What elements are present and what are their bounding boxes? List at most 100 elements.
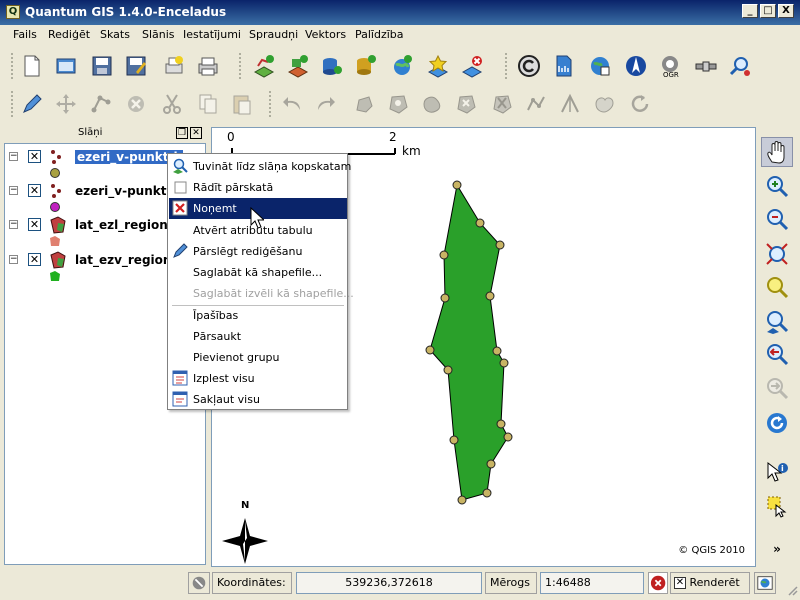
menu-item-add-group[interactable]: Pievienot grupu: [169, 347, 347, 368]
collapse-toggle[interactable]: −: [9, 220, 18, 229]
collapse-toggle[interactable]: −: [9, 186, 18, 195]
split-features-icon[interactable]: [556, 90, 584, 118]
minimize-button[interactable]: _: [742, 4, 758, 18]
paste-features-icon[interactable]: [228, 90, 256, 118]
progress-toggle-icon[interactable]: [188, 572, 210, 594]
menu-settings[interactable]: Iestatījumi: [183, 28, 241, 41]
menu-item-zoom-to-layer[interactable]: Tuvināt līdz slāņa kopskatam: [169, 156, 351, 177]
identify-icon[interactable]: i: [761, 457, 793, 487]
toolbar-grip[interactable]: [10, 90, 14, 118]
menu-layer[interactable]: Slānis: [142, 28, 175, 41]
georeferencer-icon[interactable]: [586, 52, 614, 80]
menu-item-save-as-shapefile[interactable]: Saglabāt kā shapefile...: [169, 262, 347, 283]
zoom-in-icon[interactable]: [761, 172, 793, 202]
new-print-composer-icon[interactable]: [160, 52, 188, 80]
new-shapefile-layer-icon[interactable]: [424, 52, 452, 80]
menu-item-save-selection-as-shapefile[interactable]: Saglabāt izvēli kā shapefile...: [169, 283, 354, 304]
collapse-toggle[interactable]: −: [9, 255, 18, 264]
resize-grip-icon[interactable]: [786, 584, 798, 596]
move-feature-icon[interactable]: [52, 90, 80, 118]
zoom-out-icon[interactable]: [761, 205, 793, 235]
menu-item-rename[interactable]: Pārsaukt: [169, 326, 347, 347]
save-as-icon[interactable]: [122, 52, 150, 80]
copyright-label-icon[interactable]: [515, 52, 543, 80]
menu-edit[interactable]: Rediģēt: [48, 28, 90, 41]
scale-bar-icon[interactable]: [550, 52, 578, 80]
north-arrow-icon[interactable]: [622, 52, 650, 80]
zoom-to-layer-icon[interactable]: [761, 307, 793, 337]
menu-help[interactable]: Palīdzība: [355, 28, 404, 41]
pan-icon[interactable]: [761, 137, 793, 167]
merge-features-icon[interactable]: [590, 90, 618, 118]
node-tool-icon[interactable]: [88, 90, 116, 118]
remove-layer-icon[interactable]: [458, 52, 486, 80]
open-project-icon[interactable]: [52, 52, 80, 80]
layer-visibility-checkbox[interactable]: ✕: [28, 184, 41, 197]
layer-name: lat_ezv_region: [75, 253, 172, 267]
render-checkbox[interactable]: ✕: [674, 577, 686, 589]
maximize-button[interactable]: □: [760, 4, 776, 18]
reshape-features-icon[interactable]: [522, 90, 550, 118]
menu-file[interactable]: Fails: [13, 28, 37, 41]
menu-item-properties[interactable]: Īpašības: [169, 305, 347, 326]
polygon-layer-icon: [50, 251, 66, 269]
add-wms-layer-icon[interactable]: [388, 52, 416, 80]
undo-icon[interactable]: [278, 90, 306, 118]
menu-vector[interactable]: Vektors: [305, 28, 346, 41]
new-project-icon[interactable]: [18, 52, 46, 80]
layer-visibility-checkbox[interactable]: ✕: [28, 253, 41, 266]
toolbar-grip[interactable]: [504, 52, 508, 80]
toolbar-grip[interactable]: [268, 90, 272, 118]
float-panel-button[interactable]: ❐: [176, 127, 188, 139]
menu-item-expand-all[interactable]: Izplest visu: [169, 368, 347, 389]
scale-label: Mērogs: [485, 572, 537, 594]
layer-visibility-checkbox[interactable]: ✕: [28, 218, 41, 231]
refresh-icon[interactable]: [761, 408, 793, 438]
redo-icon[interactable]: [312, 90, 340, 118]
scale-input[interactable]: 1:46488: [540, 572, 644, 594]
stop-render-icon[interactable]: [648, 572, 668, 594]
gps-tools-icon[interactable]: [692, 52, 720, 80]
rotate-point-symbols-icon[interactable]: [626, 90, 654, 118]
menu-bar: Fails Rediģēt Skats Slānis Iestatījumi S…: [0, 25, 800, 45]
close-button[interactable]: X: [778, 4, 794, 18]
zoom-next-icon[interactable]: [761, 374, 793, 404]
zoom-full-icon[interactable]: [761, 239, 793, 269]
print-icon[interactable]: [194, 52, 222, 80]
menu-item-toggle-editing[interactable]: Pārslēgt rediģēšanu: [169, 241, 347, 262]
delete-ring-icon[interactable]: [452, 90, 480, 118]
ogr-converter-icon[interactable]: OGR: [656, 52, 684, 80]
cut-features-icon[interactable]: [158, 90, 186, 118]
projection-icon[interactable]: [754, 572, 776, 594]
menu-plugins[interactable]: Spraudņi: [249, 28, 298, 41]
zoom-last-icon[interactable]: [761, 340, 793, 370]
delete-part-icon[interactable]: [488, 90, 516, 118]
layer-name: lat_ezl_region: [75, 218, 168, 232]
delete-selected-icon[interactable]: [122, 90, 150, 118]
more-tools-chevron-icon[interactable]: »: [761, 539, 793, 559]
menu-item-collapse-all[interactable]: Sakļaut visu: [169, 389, 347, 410]
coordinates-value[interactable]: 539236,372618: [296, 572, 482, 594]
toolbar-grip[interactable]: [238, 52, 242, 80]
plugin-search-icon[interactable]: [726, 52, 754, 80]
add-postgis-layer-icon[interactable]: [318, 52, 346, 80]
toolbar-grip[interactable]: [10, 52, 14, 80]
select-features-icon[interactable]: [761, 491, 793, 521]
collapse-toggle[interactable]: −: [9, 152, 18, 161]
menu-item-show-in-overview[interactable]: Rādīt pārskatā: [169, 177, 347, 198]
toggle-editing-icon[interactable]: [18, 90, 46, 118]
add-island-icon[interactable]: [418, 90, 446, 118]
add-vector-layer-icon[interactable]: [250, 52, 278, 80]
zoom-to-selection-icon[interactable]: [761, 273, 793, 303]
add-raster-layer-icon[interactable]: [284, 52, 312, 80]
close-panel-button[interactable]: ✕: [190, 127, 202, 139]
render-toggle[interactable]: ✕ Renderēt: [670, 572, 750, 594]
layer-visibility-checkbox[interactable]: ✕: [28, 150, 41, 163]
add-ring-icon[interactable]: [384, 90, 412, 118]
simplify-feature-icon[interactable]: [350, 90, 378, 118]
copy-features-icon[interactable]: [194, 90, 222, 118]
add-spatialite-layer-icon[interactable]: [352, 52, 380, 80]
menu-item-label: Pārsaukt: [193, 330, 242, 343]
menu-view[interactable]: Skats: [100, 28, 130, 41]
save-project-icon[interactable]: [88, 52, 116, 80]
